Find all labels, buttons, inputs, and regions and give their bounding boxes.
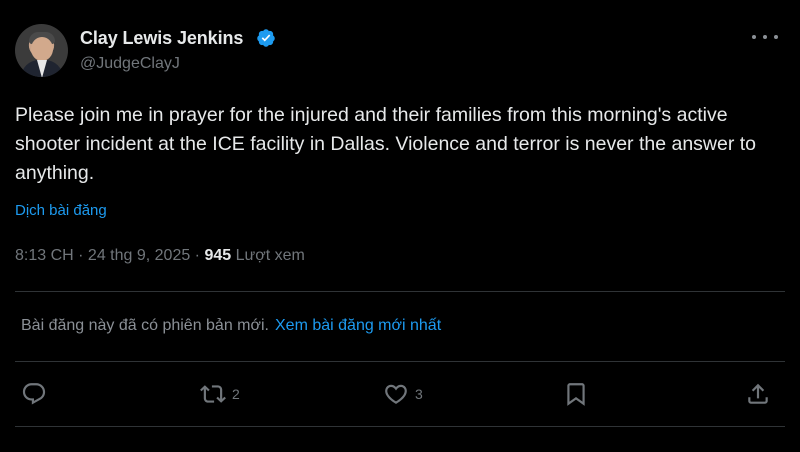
translate-post-link[interactable]: Dịch bài đăng <box>15 202 107 219</box>
more-dot <box>752 35 756 39</box>
divider <box>15 426 785 427</box>
meta-separator: · <box>190 247 205 264</box>
repost-icon <box>200 385 226 403</box>
heart-icon <box>385 384 407 404</box>
repost-count: 2 <box>232 386 240 402</box>
verified-badge-icon[interactable] <box>256 28 276 48</box>
post-time[interactable]: 8:13 CH <box>15 247 74 264</box>
share-button[interactable] <box>745 380 771 408</box>
reply-icon <box>22 383 46 405</box>
views-label: Lượt xem <box>235 247 305 264</box>
post-text: Please join me in prayer for the injured… <box>15 104 757 184</box>
author-handle[interactable]: @JudgeClayJ <box>80 55 180 73</box>
like-button[interactable]: 3 <box>383 380 423 408</box>
reply-button[interactable] <box>21 380 47 408</box>
view-latest-post-link[interactable]: Xem bài đăng mới nhất <box>275 317 441 334</box>
divider <box>15 361 785 362</box>
more-dot <box>763 35 767 39</box>
bookmark-button[interactable] <box>563 380 589 408</box>
author-name[interactable]: Clay Lewis Jenkins <box>80 28 243 49</box>
views-count: 945 <box>204 247 232 264</box>
avatar[interactable] <box>15 24 68 77</box>
bookmark-icon <box>567 383 585 406</box>
more-dot <box>774 35 778 39</box>
divider <box>15 291 785 292</box>
like-count: 3 <box>415 386 423 402</box>
post-date[interactable]: 24 thg 9, 2025 <box>88 247 190 264</box>
meta-separator: · <box>73 247 88 264</box>
share-icon <box>748 383 768 404</box>
avatar-face <box>31 37 53 61</box>
more-options-icon[interactable] <box>752 27 778 47</box>
post-card: Clay Lewis Jenkins @JudgeClayJ Please jo… <box>0 0 800 452</box>
repost-button[interactable]: 2 <box>200 380 240 408</box>
edited-notice: Bài đăng này đã có phiên bản mới. Xem bài… <box>21 317 441 335</box>
post-meta: 8:13 CH · 24 thg 9, 2025 · 945 Lượt xem <box>15 247 305 265</box>
edited-notice-text: Bài đăng này đã có phiên bản mới. <box>21 317 269 334</box>
